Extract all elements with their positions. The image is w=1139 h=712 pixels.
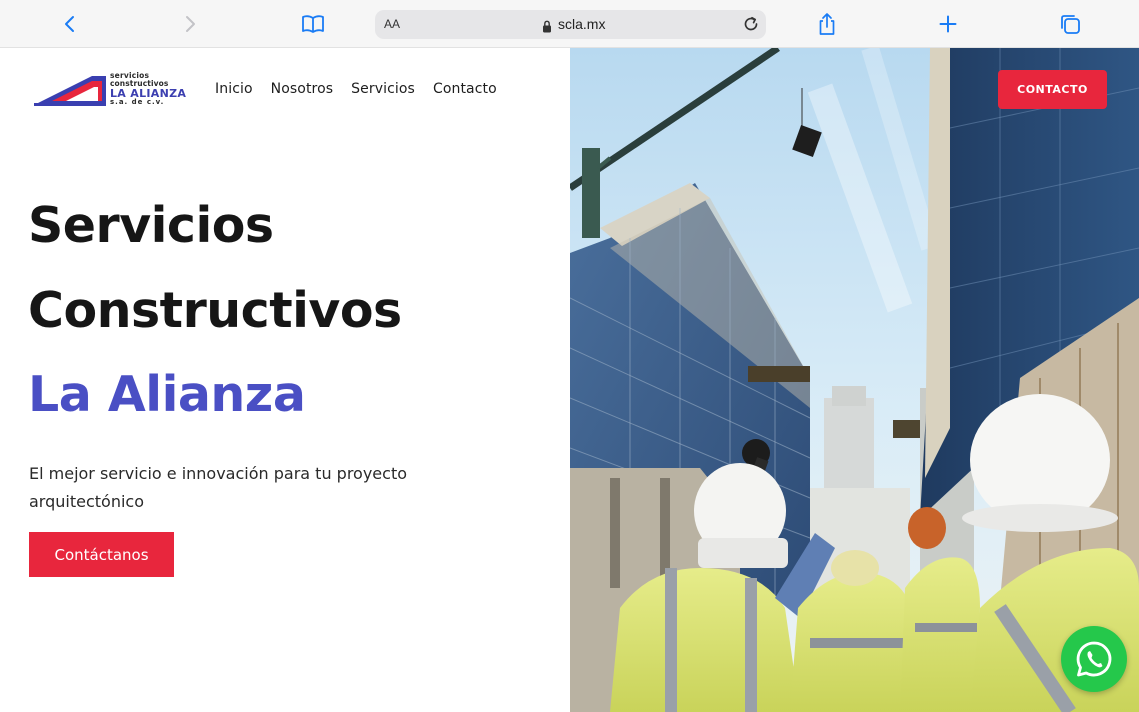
text-size-button[interactable]: AA [384,17,400,31]
lock-icon [542,18,552,37]
contact-us-button[interactable]: Contáctanos [29,532,174,577]
whatsapp-button[interactable] [1061,626,1127,692]
bookmarks-icon[interactable] [299,10,327,38]
hero-image: CONTACTO [570,48,1139,712]
new-tab-icon[interactable] [934,10,962,38]
hero-title-line-2: Constructivos [28,282,402,339]
logo-line-2: constructivos [110,78,169,88]
logo-wordmark: servicios constructivos LA ALIANZA s.a. … [110,72,200,106]
hero-subtitle: El mejor servicio e innovación para tu p… [29,464,408,511]
company-logo[interactable]: servicios constructivos LA ALIANZA s.a. … [32,72,196,108]
contact-header-button[interactable]: CONTACTO [998,70,1107,109]
hero-title-line-3: La Alianza [28,366,306,423]
share-icon[interactable] [813,10,841,38]
logo-mark-icon [34,76,106,106]
nav-item-contacto[interactable]: Contacto [433,81,497,97]
url-text: scla.mx [558,16,606,32]
tabs-icon[interactable] [1056,10,1084,38]
hero-left-panel: servicios constructivos LA ALIANZA s.a. … [0,48,570,712]
nav-item-inicio[interactable]: Inicio [215,81,253,97]
nav-item-servicios[interactable]: Servicios [351,81,415,97]
whatsapp-icon [1076,641,1112,677]
browser-toolbar: AA scla.mx [0,0,1139,48]
address-bar[interactable]: AA scla.mx [375,10,766,39]
hero-title-line-1: Servicios [28,197,274,254]
nav-item-nosotros[interactable]: Nosotros [271,81,334,97]
web-page: servicios constructivos LA ALIANZA s.a. … [0,48,1139,712]
construction-photo [570,48,1139,712]
forward-icon[interactable] [176,10,204,38]
main-nav: Inicio Nosotros Servicios Contacto [215,81,497,97]
reload-icon[interactable] [742,15,760,37]
logo-line-4: s.a. de c.v. [110,98,165,106]
back-icon[interactable] [56,10,84,38]
